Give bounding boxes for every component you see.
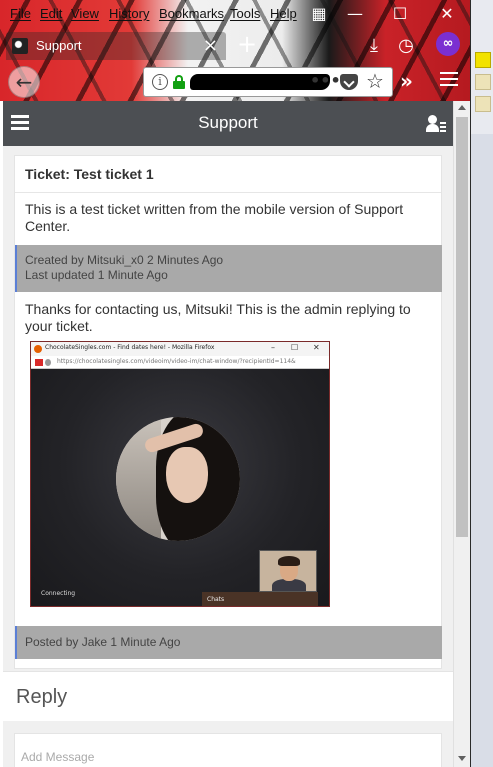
private-mask-icon[interactable]: ∞ [436, 32, 460, 56]
history-clock-icon[interactable]: ◷ [394, 34, 418, 58]
maximize-button[interactable]: ☐ [385, 3, 415, 25]
new-tab-button[interactable]: + [234, 32, 260, 58]
browser-chrome: File Edit View History Bookmarks Tools H… [0, 0, 470, 101]
toolbar-overflow-button[interactable]: » [400, 69, 413, 93]
ticket-message: This is a test ticket written from the m… [25, 201, 404, 234]
scrollbar-thumb[interactable] [456, 117, 468, 537]
screenshot-minimize-icon: – [271, 343, 275, 352]
ticket-title: Ticket: Test ticket 1 [25, 166, 154, 182]
scroll-down-arrow-icon[interactable] [458, 756, 466, 761]
user-account-icon[interactable] [426, 115, 446, 133]
message-input[interactable] [21, 750, 421, 764]
screenshot-window-title: ChocolateSingles.com - Find dates here! … [45, 344, 215, 351]
reply-section: Reply [3, 671, 453, 721]
created-by-text: Created by Mitsuki_x0 2 Minutes Ago [25, 253, 224, 267]
admin-reply-message: Thanks for contacting us, Mitsuki! This … [25, 301, 411, 334]
back-button[interactable]: ← [8, 66, 40, 98]
minimize-button[interactable]: — [340, 3, 370, 25]
desktop-sticky-note[interactable] [475, 96, 491, 112]
screenshot-lock-icon [45, 359, 51, 366]
desktop-sticky-note[interactable] [475, 74, 491, 90]
self-view-video [259, 550, 317, 592]
posted-by-text: Posted by Jake 1 Minute Ago [25, 635, 181, 649]
tab-strip: Support × + ⤓ ◷ ∞ [0, 30, 470, 62]
reply-heading: Reply [16, 686, 68, 708]
tab-title: Support [36, 38, 82, 53]
video-avatar-circle [116, 417, 240, 541]
firefox-icon [34, 345, 42, 353]
web-page: Support Ticket: Test ticket 1 This is a … [3, 101, 453, 767]
download-icon[interactable]: ⤓ [362, 34, 386, 58]
browser-window: File Edit View History Bookmarks Tools H… [0, 0, 471, 767]
menu-file[interactable]: File [10, 6, 31, 21]
navigation-toolbar: ← i ••• ☆ » [0, 64, 470, 100]
desktop-background [471, 0, 493, 767]
screenshot-camera-icon [35, 359, 43, 366]
menu-view[interactable]: View [71, 6, 99, 21]
page-scrollbar[interactable] [453, 101, 470, 767]
screenshot-url: https://chocolatesingles.com/videoim/vid… [57, 358, 296, 365]
menu-help[interactable]: Help [270, 6, 297, 21]
tab-support[interactable]: Support × [6, 32, 226, 60]
scroll-up-arrow-icon[interactable] [458, 105, 466, 110]
screenshot-titlebar: ChocolateSingles.com - Find dates here! … [31, 342, 329, 356]
message-box[interactable] [14, 733, 442, 767]
last-updated-text: Last updated 1 Minute Ago [25, 268, 168, 282]
app-header: Support [3, 101, 453, 146]
secure-lock-icon [173, 75, 185, 89]
divider [15, 192, 441, 193]
attached-screenshot[interactable]: ChocolateSingles.com - Find dates here! … [30, 341, 330, 607]
menu-tools[interactable]: Tools [230, 6, 260, 21]
ticket-meta: Created by Mitsuki_x0 2 Minutes Ago Last… [15, 245, 442, 292]
menu-bookmarks[interactable]: Bookmarks [159, 6, 224, 21]
browser-menu-icon[interactable] [440, 72, 458, 88]
bookmark-star-icon[interactable]: ☆ [366, 69, 384, 93]
screenshot-close-icon: ✕ [313, 343, 320, 352]
screenshot-maximize-icon: ☐ [291, 343, 299, 352]
connection-status: Connecting [41, 590, 76, 597]
ticket-card: Ticket: Test ticket 1 This is a test tic… [14, 155, 442, 669]
url-bar[interactable]: i ••• ☆ [143, 67, 393, 97]
page-title: Support [198, 113, 258, 132]
tab-grid-icon[interactable]: ▦ [304, 3, 334, 25]
pocket-icon[interactable] [340, 74, 358, 90]
background-window [471, 134, 493, 767]
site-favicon-icon [12, 38, 28, 54]
reply-meta: Posted by Jake 1 Minute Ago [15, 626, 442, 659]
chats-panel: Chats [202, 592, 318, 606]
chats-label: Chats [207, 596, 225, 603]
desktop-sticky-note[interactable] [475, 52, 491, 68]
menu-edit[interactable]: Edit [40, 6, 62, 21]
page-actions-button[interactable]: ••• [310, 71, 341, 90]
screenshot-urlbar: https://chocolatesingles.com/videoim/vid… [31, 356, 329, 369]
tab-close-button[interactable]: × [203, 35, 218, 56]
close-window-button[interactable]: ✕ [432, 3, 462, 25]
redacted-url [190, 74, 330, 90]
site-info-icon[interactable]: i [152, 74, 168, 90]
menu-history[interactable]: History [109, 6, 149, 21]
menu-bar: File Edit View History Bookmarks Tools H… [0, 0, 470, 28]
